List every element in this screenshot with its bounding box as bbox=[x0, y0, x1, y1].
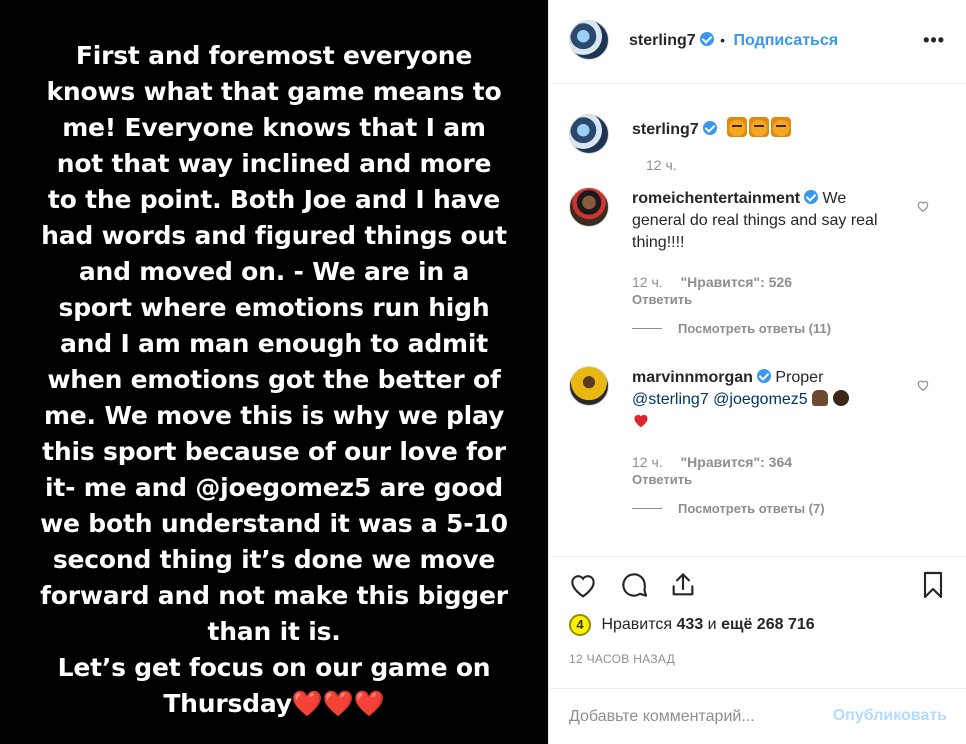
post-image: First and foremost everyone knows what t… bbox=[0, 0, 548, 744]
comment-avatar[interactable] bbox=[569, 187, 609, 227]
comment-text: Proper bbox=[775, 369, 824, 386]
mention-link[interactable]: @joegomez5 bbox=[713, 391, 808, 408]
story-hearts: ❤️❤️❤️ bbox=[291, 689, 385, 718]
comment-body: romeichentertainment We general do real … bbox=[632, 188, 882, 254]
header-separator: • bbox=[720, 32, 726, 48]
tiger-emoji-icon bbox=[727, 117, 748, 137]
comment-body: marvinnmorgan Proper @sterling7 @joegome… bbox=[632, 367, 892, 433]
share-icon[interactable] bbox=[667, 569, 699, 601]
comment-username[interactable]: romeichentertainment bbox=[632, 190, 800, 207]
post-time: 12 ЧАСОВ НАЗАД bbox=[569, 652, 676, 666]
likes-more: ещё 268 716 bbox=[721, 616, 815, 633]
fist-emoji-icon bbox=[832, 390, 849, 406]
replies-divider bbox=[632, 508, 662, 510]
comment-input[interactable] bbox=[569, 705, 809, 729]
post-panel: sterling7 • Подписаться ••• sterling7 12… bbox=[548, 0, 966, 744]
likes-and: и bbox=[707, 616, 717, 633]
verified-badge-icon bbox=[702, 121, 717, 135]
comment-time: 12 ч. bbox=[632, 274, 663, 290]
view-replies-button[interactable]: Посмотреть ответы (7) bbox=[678, 501, 825, 516]
publish-button[interactable]: Опубликовать bbox=[833, 707, 947, 725]
liker-avatar-badge[interactable]: 4 bbox=[569, 614, 591, 636]
replies-divider bbox=[632, 328, 662, 330]
likes-prefix: Нравится bbox=[601, 616, 673, 633]
comment-avatar[interactable] bbox=[569, 366, 609, 406]
comment-meta: 12 ч. "Нравится": 526 bbox=[632, 274, 792, 290]
likes-count: 433 bbox=[676, 616, 704, 633]
more-options-button[interactable]: ••• bbox=[923, 30, 945, 51]
add-comment-bar: Опубликовать bbox=[549, 688, 966, 744]
comment-username[interactable]: marvinnmorgan bbox=[632, 369, 753, 386]
follow-button[interactable]: Подписаться bbox=[734, 32, 839, 49]
verified-badge-icon bbox=[756, 369, 771, 383]
caption-line: sterling7 bbox=[632, 117, 793, 139]
view-replies-row[interactable]: Посмотреть ответы (11) bbox=[632, 320, 831, 338]
comment-likes[interactable]: "Нравится": 364 bbox=[681, 454, 792, 470]
view-replies-button[interactable]: Посмотреть ответы (11) bbox=[678, 321, 831, 336]
likes-summary[interactable]: Нравится 433 и ещё 268 716 bbox=[601, 616, 814, 633]
praying-hands-emoji-icon bbox=[812, 390, 829, 406]
reply-button[interactable]: Ответить bbox=[632, 472, 692, 487]
author-avatar[interactable] bbox=[569, 20, 609, 60]
comments-list: sterling7 12 ч. romeichentertainment We … bbox=[549, 84, 966, 556]
comment-likes[interactable]: "Нравится": 526 bbox=[681, 274, 792, 290]
caption-username[interactable]: sterling7 bbox=[632, 121, 699, 138]
red-heart-emoji-icon bbox=[634, 414, 648, 428]
like-comment-heart-icon[interactable] bbox=[916, 199, 930, 213]
story-text: First and foremost everyone knows what t… bbox=[40, 41, 508, 718]
verified-badge-icon bbox=[699, 32, 714, 46]
comment-time: 12 ч. bbox=[632, 454, 663, 470]
post-actions: 4 Нравится 433 и ещё 268 716 12 ЧАСОВ НА… bbox=[549, 556, 966, 744]
verified-badge-icon bbox=[804, 190, 819, 204]
caption-avatar[interactable] bbox=[569, 114, 609, 154]
comment-meta: 12 ч. "Нравится": 364 bbox=[632, 454, 792, 470]
tiger-emoji-icon bbox=[771, 117, 792, 137]
likes-row: 4 Нравится 433 и ещё 268 716 bbox=[569, 614, 815, 636]
header-line: sterling7 • Подписаться bbox=[629, 32, 838, 50]
view-replies-row[interactable]: Посмотреть ответы (7) bbox=[632, 500, 825, 518]
caption-time: 12 ч. bbox=[646, 157, 677, 173]
save-bookmark-icon[interactable] bbox=[917, 569, 949, 601]
mention-link[interactable]: @sterling7 bbox=[632, 391, 709, 408]
like-heart-icon[interactable] bbox=[567, 569, 599, 601]
comment-bubble-icon[interactable] bbox=[618, 569, 650, 601]
author-username[interactable]: sterling7 bbox=[629, 32, 696, 49]
tiger-emoji-icon bbox=[749, 117, 770, 137]
reply-button[interactable]: Ответить bbox=[632, 292, 692, 307]
caption-emojis bbox=[727, 117, 793, 138]
story-text-block: First and foremost everyone knows what t… bbox=[39, 38, 509, 722]
post-header: sterling7 • Подписаться ••• bbox=[549, 0, 966, 84]
like-comment-heart-icon[interactable] bbox=[916, 378, 930, 392]
